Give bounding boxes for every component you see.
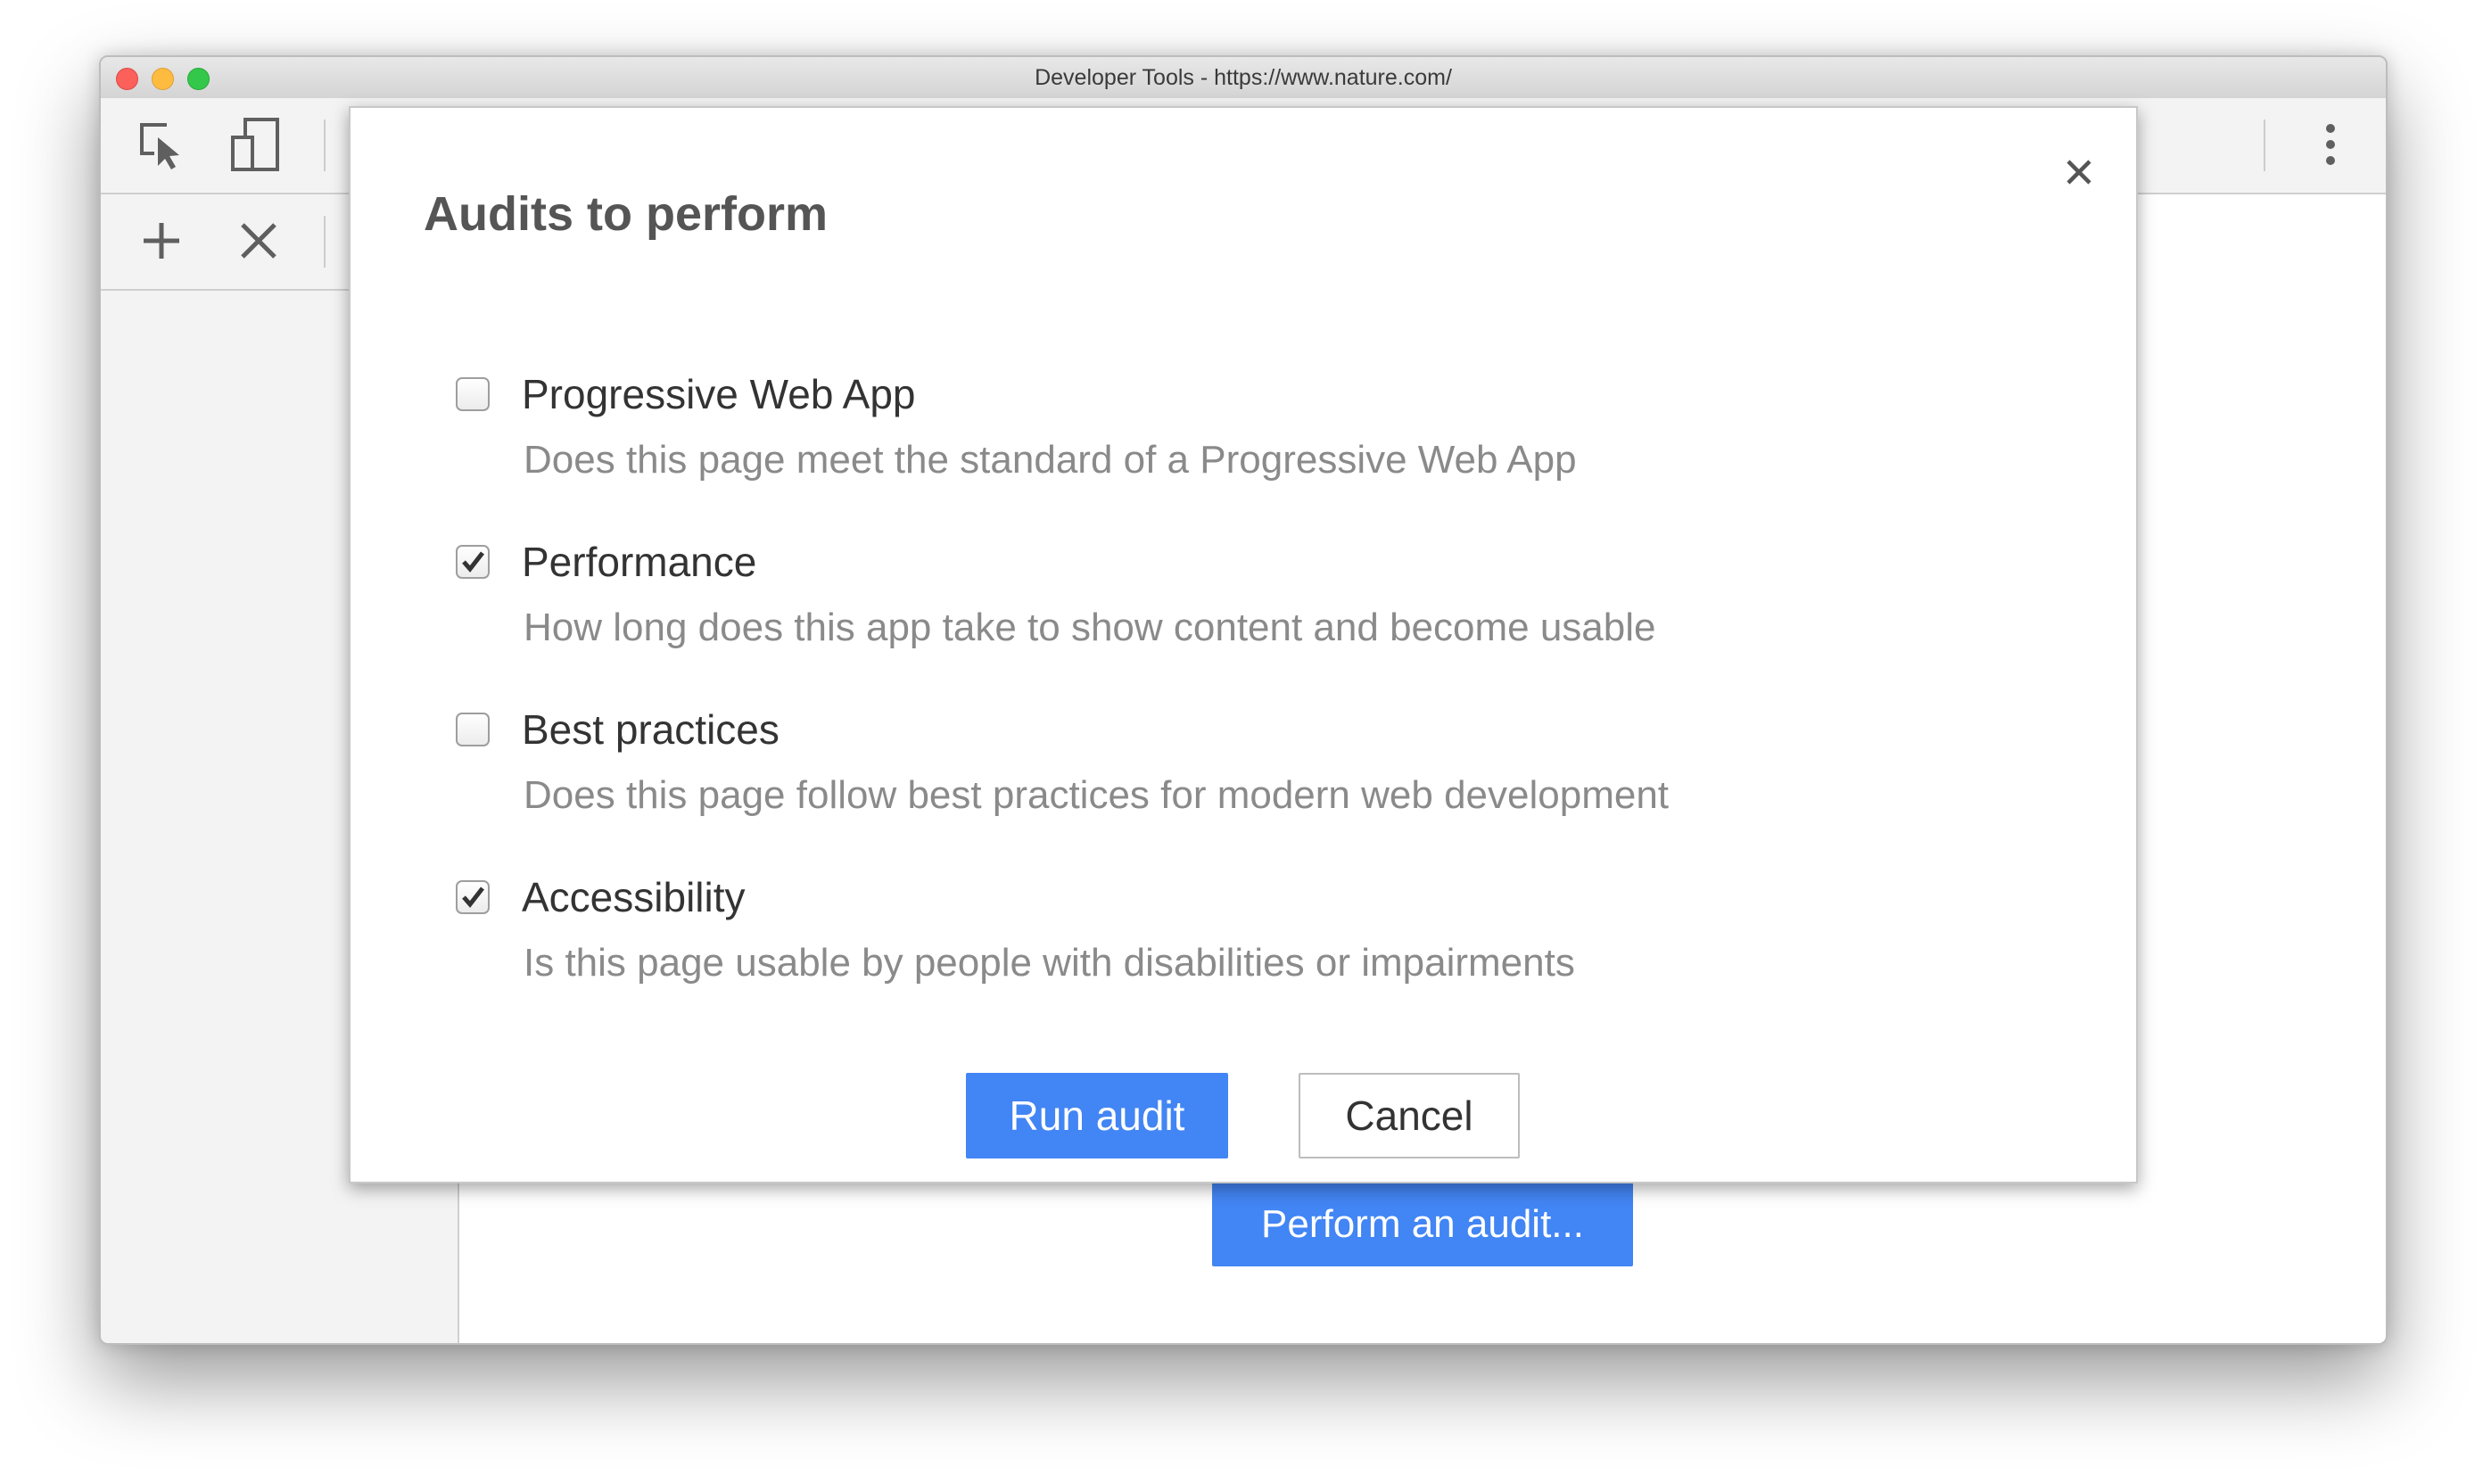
cancel-button[interactable]: Cancel [1299,1073,1520,1158]
audit-item-description: Is this page usable by people with disab… [524,941,1575,985]
toolbar-separator [324,216,326,268]
best-practices-checkbox[interactable] [456,713,490,746]
devtools-window: Developer Tools - https://www.nature.com… [99,55,2388,1345]
audit-item-best-practices[interactable]: Best practices Does this page follow bes… [456,705,1883,839]
pwa-checkbox[interactable] [456,377,490,411]
audit-item-description: Does this page meet the standard of a Pr… [524,438,1577,482]
checkmark-icon [462,886,484,908]
more-options-icon[interactable] [2302,116,2359,173]
audit-item-performance[interactable]: Performance How long does this app take … [456,538,1883,672]
audit-item-label: Accessibility [522,874,746,920]
close-icon[interactable] [2056,149,2102,195]
audit-item-label: Best practices [522,706,780,753]
run-audit-button[interactable]: Run audit [966,1073,1228,1158]
performance-checkbox[interactable] [456,545,490,579]
clear-icon[interactable] [230,212,287,269]
audit-item-label: Performance [522,539,757,585]
toolbar-separator [324,120,326,171]
audit-item-description: How long does this app take to show cont… [524,606,1656,649]
audit-item-label: Progressive Web App [522,371,916,417]
checkmark-icon [462,551,484,573]
window-title: Developer Tools - https://www.nature.com… [1035,65,1452,90]
accessibility-checkbox[interactable] [456,880,490,914]
inspect-element-icon[interactable] [133,116,190,173]
audit-item-progressive-web-app[interactable]: Progressive Web App Does this page meet … [456,370,1883,504]
secondary-toolbar [101,194,351,291]
add-icon[interactable] [133,212,190,269]
perform-audit-button[interactable]: Perform an audit... [1212,1183,1633,1266]
dialog-title: Audits to perform [424,187,828,241]
title-bar: Developer Tools - https://www.nature.com… [101,57,2386,99]
audit-item-accessibility[interactable]: Accessibility Is this page usable by peo… [456,873,1883,1007]
device-toolbar-icon[interactable] [227,116,285,173]
toolbar-separator [2264,120,2265,171]
audit-item-description: Does this page follow best practices for… [524,773,1670,817]
audits-dialog: Audits to perform Progressive Web App Do… [349,106,2138,1183]
